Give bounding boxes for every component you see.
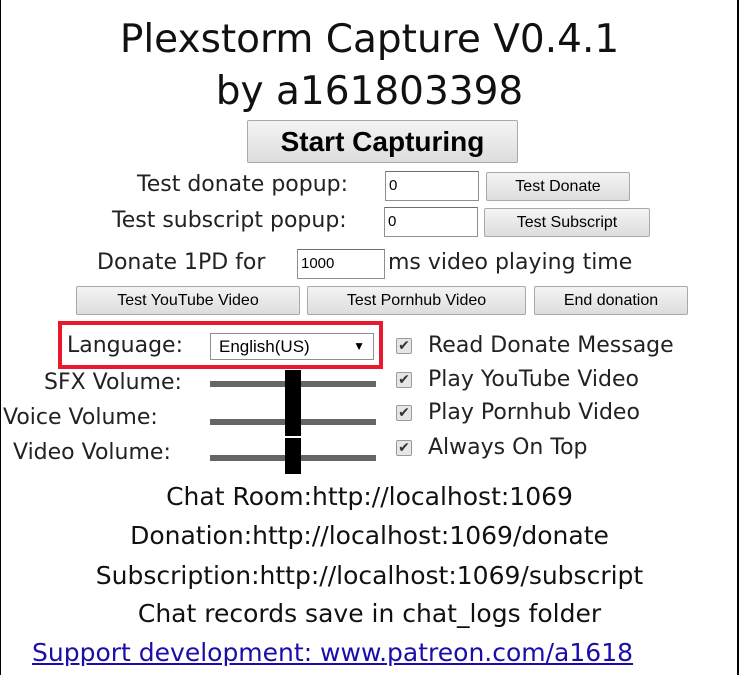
test-donate-input[interactable]: 0: [385, 171, 479, 201]
sfx-volume-thumb[interactable]: [285, 370, 301, 402]
chat-records-note: Chat records save in chat_logs folder: [137, 599, 602, 628]
checkmark-icon: ✔: [398, 405, 410, 421]
always-on-top-checkbox[interactable]: ✔: [396, 440, 412, 456]
language-highlight-box: [58, 321, 383, 369]
chat-room-url: Chat Room:http://localhost:1069: [166, 482, 573, 511]
video-time-input[interactable]: 1000: [297, 249, 385, 279]
voice-volume-label: Voice Volume:: [3, 405, 158, 430]
play-youtube-video-label: Play YouTube Video: [428, 367, 639, 392]
video-volume-thumb[interactable]: [285, 438, 301, 474]
play-pornhub-video-label: Play Pornhub Video: [428, 400, 640, 425]
test-donate-label: Test donate popup:: [137, 172, 349, 197]
read-donate-message-checkbox[interactable]: ✔: [396, 338, 412, 354]
checkmark-icon: ✔: [398, 372, 410, 388]
app-title: Plexstorm Capture V0.4.1: [119, 17, 620, 62]
checkmark-icon: ✔: [398, 338, 410, 354]
checkmark-icon: ✔: [398, 440, 410, 456]
video-volume-label: Video Volume:: [13, 440, 171, 465]
support-development-link[interactable]: Support development: www.patreon.com/a16…: [32, 638, 633, 668]
play-youtube-video-checkbox[interactable]: ✔: [396, 372, 412, 388]
sfx-volume-label: SFX Volume:: [44, 370, 182, 395]
donate-video-label: Donate 1PD for: [97, 250, 266, 275]
test-donate-button[interactable]: Test Donate: [486, 172, 630, 201]
play-pornhub-video-checkbox[interactable]: ✔: [396, 405, 412, 421]
donation-url: Donation:http://localhost:1069/donate: [130, 521, 609, 550]
end-donation-button[interactable]: End donation: [534, 286, 688, 315]
test-youtube-video-button[interactable]: Test YouTube Video: [76, 286, 300, 315]
test-pornhub-video-button[interactable]: Test Pornhub Video: [307, 286, 526, 315]
read-donate-message-label: Read Donate Message: [428, 333, 674, 358]
test-subscript-label: Test subscript popup:: [112, 208, 347, 233]
start-capturing-button[interactable]: Start Capturing: [247, 120, 518, 163]
test-subscript-input[interactable]: 0: [384, 207, 478, 237]
subscription-url: Subscription:http://localhost:1069/subsc…: [95, 561, 644, 590]
test-subscript-button[interactable]: Test Subscript: [484, 208, 650, 237]
video-time-unit-label: ms video playing time: [388, 250, 633, 275]
voice-volume-thumb[interactable]: [285, 402, 301, 436]
app-author: by a161803398: [215, 69, 524, 114]
always-on-top-label: Always On Top: [428, 435, 588, 460]
